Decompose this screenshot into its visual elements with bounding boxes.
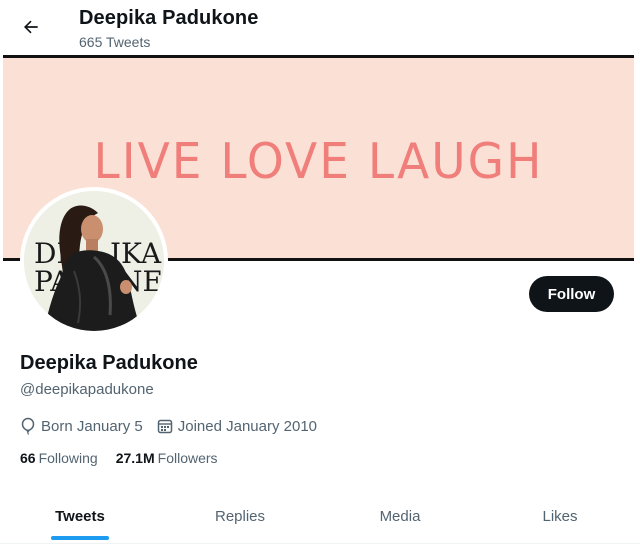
- followers-label: Followers: [157, 450, 218, 466]
- tab-label: Replies: [214, 507, 266, 525]
- arrow-left-icon: [24, 20, 38, 34]
- tab-divider: [0, 543, 640, 544]
- followers-link[interactable]: 27.1M Followers: [116, 450, 218, 466]
- active-tab-indicator: [51, 536, 109, 540]
- following-link[interactable]: 66 Following: [20, 450, 98, 466]
- tweet-count: 665 Tweets: [79, 34, 151, 50]
- follow-stats: 66 Following 27.1M Followers: [20, 450, 236, 466]
- profile-tabs: Tweets Replies Media Likes: [0, 488, 640, 544]
- back-button[interactable]: [14, 12, 48, 42]
- tab-label: Media: [379, 507, 421, 525]
- balloon-icon: [21, 417, 35, 435]
- born-text: Born January 5: [41, 417, 143, 435]
- following-count: 66: [20, 450, 36, 466]
- profile-meta: Born January 5 Joined January 2010: [20, 417, 331, 435]
- follow-button[interactable]: Follow: [529, 276, 614, 312]
- joined-date: Joined January 2010: [157, 418, 317, 435]
- header-title: Deepika Padukone: [79, 7, 259, 29]
- joined-text: Joined January 2010: [177, 417, 318, 435]
- calendar-icon: [157, 419, 172, 434]
- profile-header: Deepika Padukone 665 Tweets: [0, 0, 640, 55]
- tab-likes[interactable]: Likes: [480, 488, 640, 544]
- born-date: Born January 5: [20, 417, 143, 435]
- tab-label: Likes: [542, 507, 578, 525]
- profile-name: Deepika Padukone: [20, 352, 198, 374]
- tab-media[interactable]: Media: [320, 488, 480, 544]
- tab-label: Tweets: [55, 507, 105, 525]
- avatar-photo: DE IKA PA NE: [24, 191, 164, 331]
- followers-count: 27.1M: [115, 450, 155, 466]
- avatar-image: DE IKA PA NE: [24, 191, 164, 331]
- profile-handle: @deepikapadukone: [20, 381, 154, 398]
- tab-tweets[interactable]: Tweets: [0, 488, 160, 544]
- following-label: Following: [38, 450, 98, 466]
- avatar[interactable]: DE IKA PA NE: [20, 187, 168, 335]
- banner-text: LIVE LOVE LAUGH: [93, 132, 544, 191]
- tab-replies[interactable]: Replies: [160, 488, 320, 544]
- profile-page: Deepika Padukone 665 Tweets LIVE LOVE LA…: [0, 0, 640, 552]
